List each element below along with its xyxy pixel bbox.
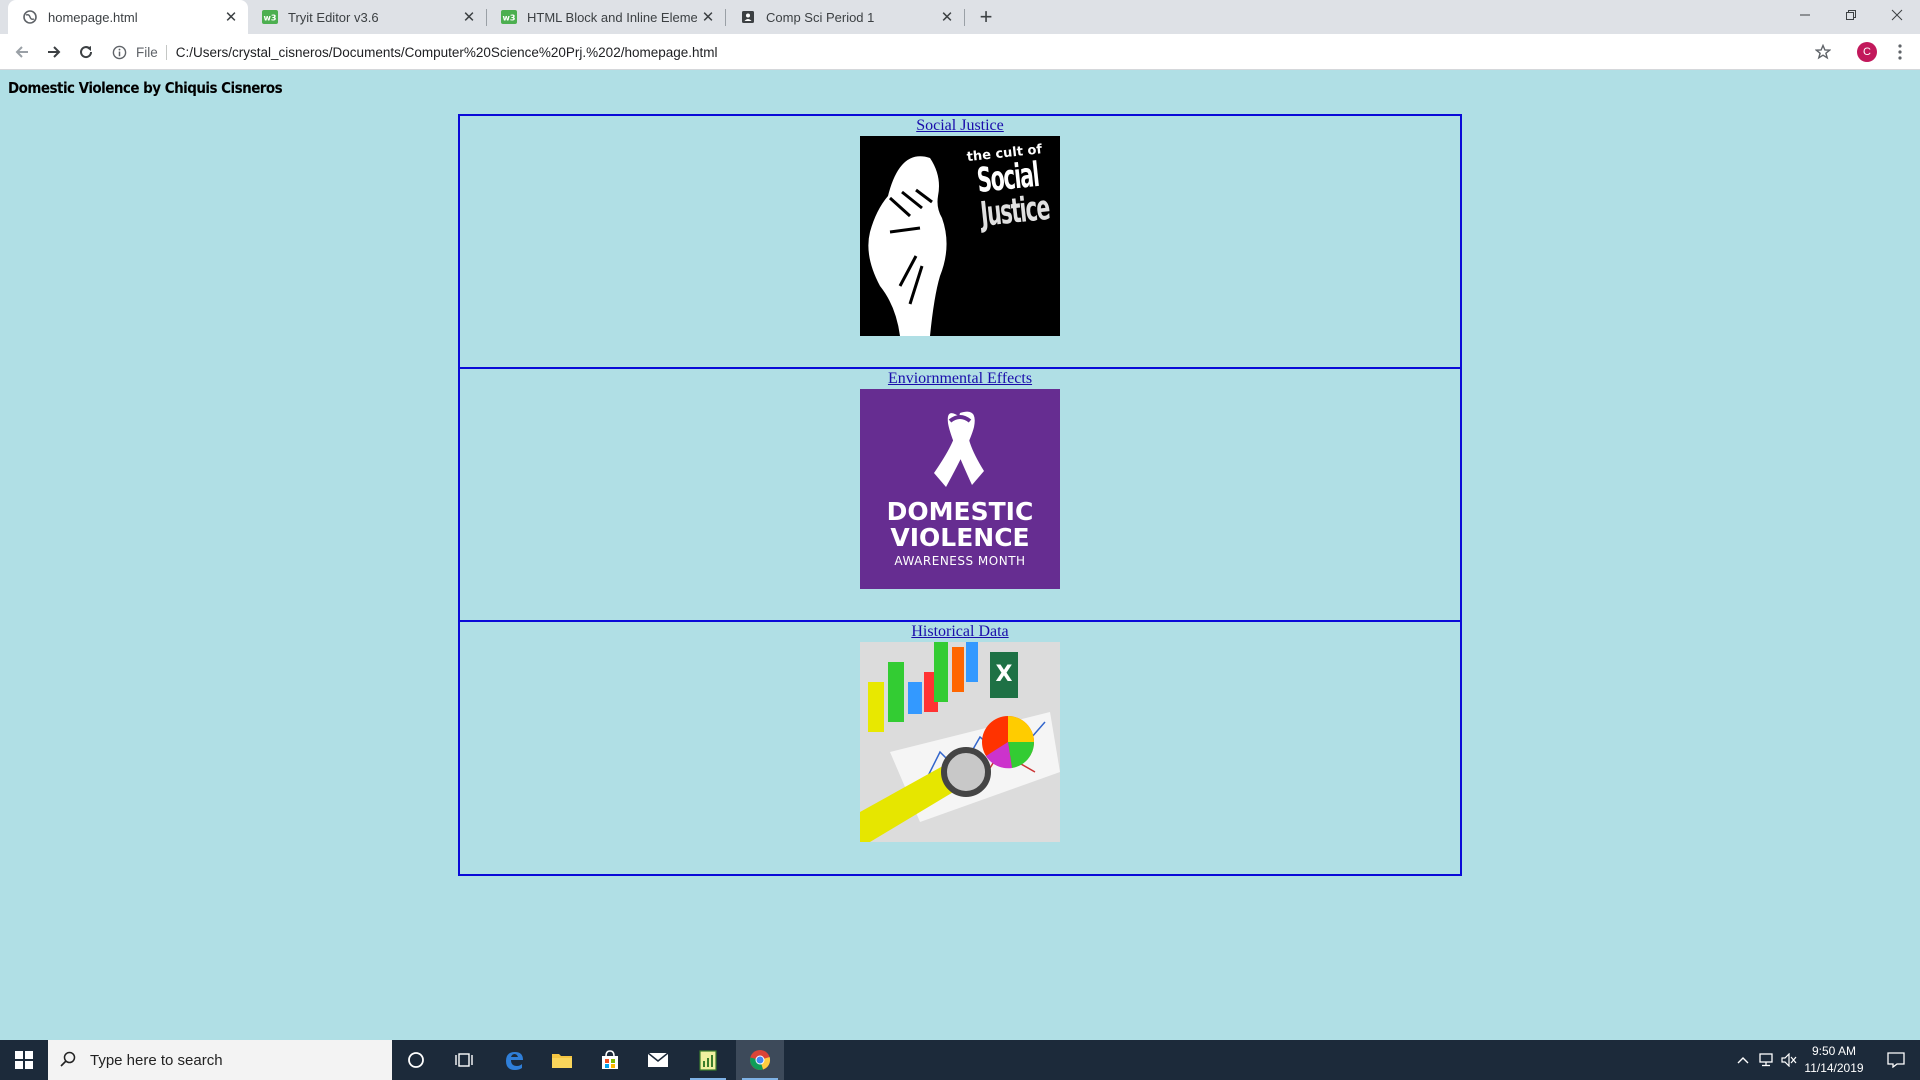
clock-time: 9:50 AM [1811, 1044, 1857, 1058]
scheme-label: File [136, 44, 167, 60]
chrome-icon [750, 1050, 771, 1070]
tab-tryit-editor[interactable]: w3 Tryit Editor v3.6 ✕ [248, 0, 486, 34]
arrow-left-icon [15, 46, 28, 58]
address-bar[interactable]: File C:/Users/crystal_cisneros/Documents… [110, 37, 1850, 67]
close-icon[interactable]: ✕ [220, 6, 242, 28]
store-bag-icon [602, 1050, 618, 1069]
chrome-button[interactable] [736, 1040, 784, 1080]
cortana-icon [408, 1052, 424, 1068]
volume-muted-icon [1781, 1053, 1797, 1067]
bookmark-star-button[interactable] [1812, 41, 1834, 63]
mail-icon [647, 1052, 669, 1067]
close-icon [1891, 9, 1903, 21]
classroom-icon [740, 9, 756, 25]
svg-text:w3: w3 [503, 14, 516, 23]
file-explorer-button[interactable] [538, 1040, 586, 1080]
tab-title: homepage.html [48, 9, 138, 25]
close-window-button[interactable] [1874, 0, 1920, 30]
taskbar-search[interactable]: Type here to search [48, 1040, 392, 1080]
restore-icon [1846, 10, 1856, 20]
store-button[interactable] [586, 1040, 634, 1080]
close-icon[interactable]: ✕ [936, 6, 958, 28]
minimize-icon [1800, 14, 1810, 16]
network-button[interactable] [1755, 1040, 1777, 1080]
menu-button[interactable] [1890, 42, 1910, 62]
clock-date: 11/14/2019 [1804, 1061, 1864, 1075]
close-icon[interactable]: ✕ [697, 6, 719, 28]
section-social-justice: Social Justice the cult of Social Justic… [458, 114, 1462, 369]
section-environmental-effects: Enviornmental Effects DOMESTIC VIOLENCE … [458, 367, 1462, 622]
notification-icon [1887, 1052, 1905, 1068]
page-title: Domestic Violence by Chiquis Cisneros [8, 79, 283, 97]
notepad-app-button[interactable] [684, 1040, 732, 1080]
link-historical-data[interactable]: Historical Data [911, 623, 1008, 641]
search-placeholder: Type here to search [90, 1051, 223, 1069]
w3schools-icon: w3 [501, 9, 517, 25]
edge-icon [506, 1052, 523, 1070]
info-icon[interactable] [110, 43, 128, 61]
excel-letter: X [995, 662, 1013, 687]
profile-avatar[interactable]: C [1857, 42, 1877, 62]
svg-text:w3: w3 [264, 14, 277, 23]
cortana-button[interactable] [392, 1040, 440, 1080]
tab-homepage[interactable]: homepage.html ✕ [8, 0, 248, 34]
tab-comp-sci[interactable]: Comp Sci Period 1 ✕ [726, 0, 964, 34]
minimize-button[interactable] [1782, 0, 1828, 30]
mail-button[interactable] [634, 1040, 682, 1080]
edge-button[interactable] [490, 1040, 538, 1080]
action-center-button[interactable] [1872, 1040, 1920, 1080]
tab-title: HTML Block and Inline Elements [527, 9, 697, 25]
fist-social-justice-image[interactable]: the cult of Social Justice [860, 136, 1060, 336]
url-text[interactable]: C:/Users/crystal_cisneros/Documents/Comp… [176, 45, 718, 60]
image-text-line2: VIOLENCE [890, 523, 1030, 552]
search-icon [60, 1051, 78, 1069]
ribbon-icon [934, 411, 984, 487]
reload-button[interactable] [72, 38, 100, 66]
restore-button[interactable] [1828, 0, 1874, 30]
tab-strip: homepage.html ✕ w3 Tryit Editor v3.6 ✕ w… [0, 0, 1920, 34]
tab-title: Tryit Editor v3.6 [288, 9, 379, 25]
charts-data-image[interactable]: X [860, 642, 1060, 842]
image-text-line3: AWARENESS MONTH [894, 554, 1026, 568]
close-icon[interactable]: ✕ [458, 6, 480, 28]
task-view-icon [455, 1053, 473, 1067]
image-text-line3: Justice [978, 187, 1051, 235]
data-illustration [860, 642, 1060, 842]
new-tab-button[interactable]: + [972, 4, 1000, 29]
section-historical-data: Historical Data X [458, 620, 1462, 876]
arrow-right-icon [48, 46, 61, 58]
forward-button[interactable] [40, 38, 68, 66]
chevron-up-icon [1737, 1057, 1749, 1064]
browser-toolbar: File C:/Users/crystal_cisneros/Documents… [0, 34, 1920, 70]
taskbar: Type here to search 9:50 AM 11/14/2019 [0, 1040, 1920, 1080]
notepad-chart-icon [699, 1050, 717, 1071]
kebab-menu-icon [1898, 44, 1902, 60]
w3schools-icon: w3 [262, 9, 278, 25]
reload-icon [80, 46, 93, 59]
tab-divider [964, 9, 965, 26]
network-icon [1759, 1053, 1773, 1067]
back-button[interactable] [8, 38, 36, 66]
tab-title: Comp Sci Period 1 [766, 9, 875, 25]
folder-icon [552, 1054, 572, 1068]
tab-html-block-inline[interactable]: w3 HTML Block and Inline Elements ✕ [487, 0, 725, 34]
star-icon [1815, 44, 1831, 60]
link-environmental-effects[interactable]: Enviornmental Effects [888, 370, 1032, 388]
image-text-line1: DOMESTIC [886, 497, 1034, 526]
clock[interactable]: 9:50 AM 11/14/2019 [1796, 1043, 1872, 1077]
task-view-button[interactable] [440, 1040, 488, 1080]
windows-logo-icon [15, 1051, 33, 1069]
domestic-violence-awareness-image[interactable]: DOMESTIC VIOLENCE AWARENESS MONTH [860, 389, 1060, 589]
link-social-justice[interactable]: Social Justice [916, 117, 1004, 135]
start-button[interactable] [0, 1040, 48, 1080]
show-hidden-icons-button[interactable] [1733, 1040, 1753, 1080]
globe-icon [22, 9, 38, 25]
